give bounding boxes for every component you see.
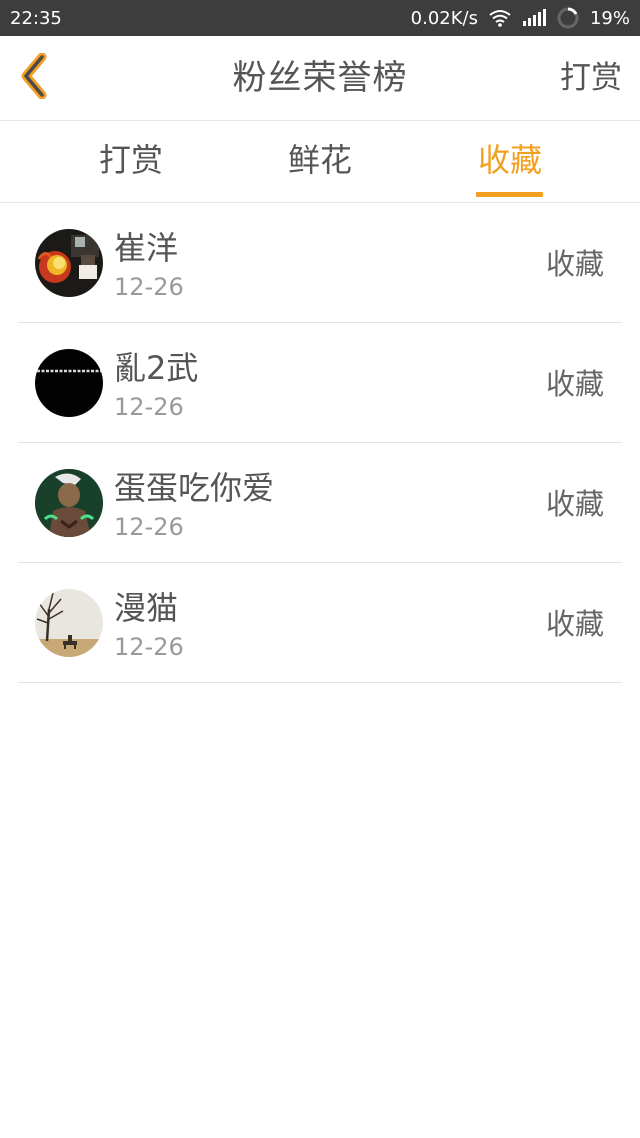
avatar-tree-bench-icon[interactable] — [35, 589, 103, 657]
item-name: 崔洋 — [114, 229, 179, 267]
tab-reward[interactable]: 打赏 — [96, 121, 166, 202]
battery-percent: 19% — [589, 7, 630, 29]
item-date: 12-26 — [114, 633, 184, 661]
status-right: 0.02K/s 19% — [411, 6, 630, 30]
list-item[interactable]: 亂2武 12-26 收藏 — [18, 323, 622, 443]
tab-favorites[interactable]: 收藏 — [474, 121, 546, 202]
item-action: 收藏 — [545, 487, 604, 521]
item-date: 12-26 — [114, 273, 184, 301]
reward-button[interactable]: 打赏 — [560, 36, 622, 120]
page-title: 粉丝荣誉榜 — [232, 58, 408, 98]
signal-icon — [522, 9, 546, 27]
list-item[interactable]: 漫猫 12-26 收藏 — [18, 563, 622, 683]
status-time: 22:35 — [10, 7, 62, 29]
header: 粉丝荣誉榜 打赏 — [0, 36, 640, 121]
item-name: 蛋蛋吃你爱 — [114, 469, 275, 507]
item-name: 亂2武 — [114, 349, 199, 387]
battery-ring-icon — [556, 6, 580, 30]
item-action: 收藏 — [545, 607, 604, 641]
active-tab-indicator — [476, 192, 543, 197]
fan-list: 崔洋 12-26 收藏 亂2武 12-26 收藏 蛋蛋吃你爱 12-26 收藏 … — [18, 203, 622, 683]
network-speed: 0.02K/s — [410, 7, 478, 29]
list-item[interactable]: 蛋蛋吃你爱 12-26 收藏 — [18, 443, 622, 563]
avatar-fire-icon[interactable] — [35, 229, 103, 297]
item-action: 收藏 — [545, 247, 604, 281]
item-name: 漫猫 — [114, 589, 179, 627]
tab-bar: 打赏 鲜花 收藏 — [0, 121, 640, 203]
item-action: 收藏 — [545, 367, 604, 401]
item-date: 12-26 — [114, 393, 184, 421]
avatar-character-icon[interactable] — [35, 469, 103, 537]
tab-flowers[interactable]: 鲜花 — [285, 121, 355, 202]
avatar-black-text-icon[interactable] — [35, 349, 103, 417]
item-date: 12-26 — [114, 513, 184, 541]
list-item[interactable]: 崔洋 12-26 收藏 — [18, 203, 622, 323]
wifi-icon — [488, 9, 512, 27]
status-bar: 22:35 0.02K/s 19% — [0, 0, 640, 36]
